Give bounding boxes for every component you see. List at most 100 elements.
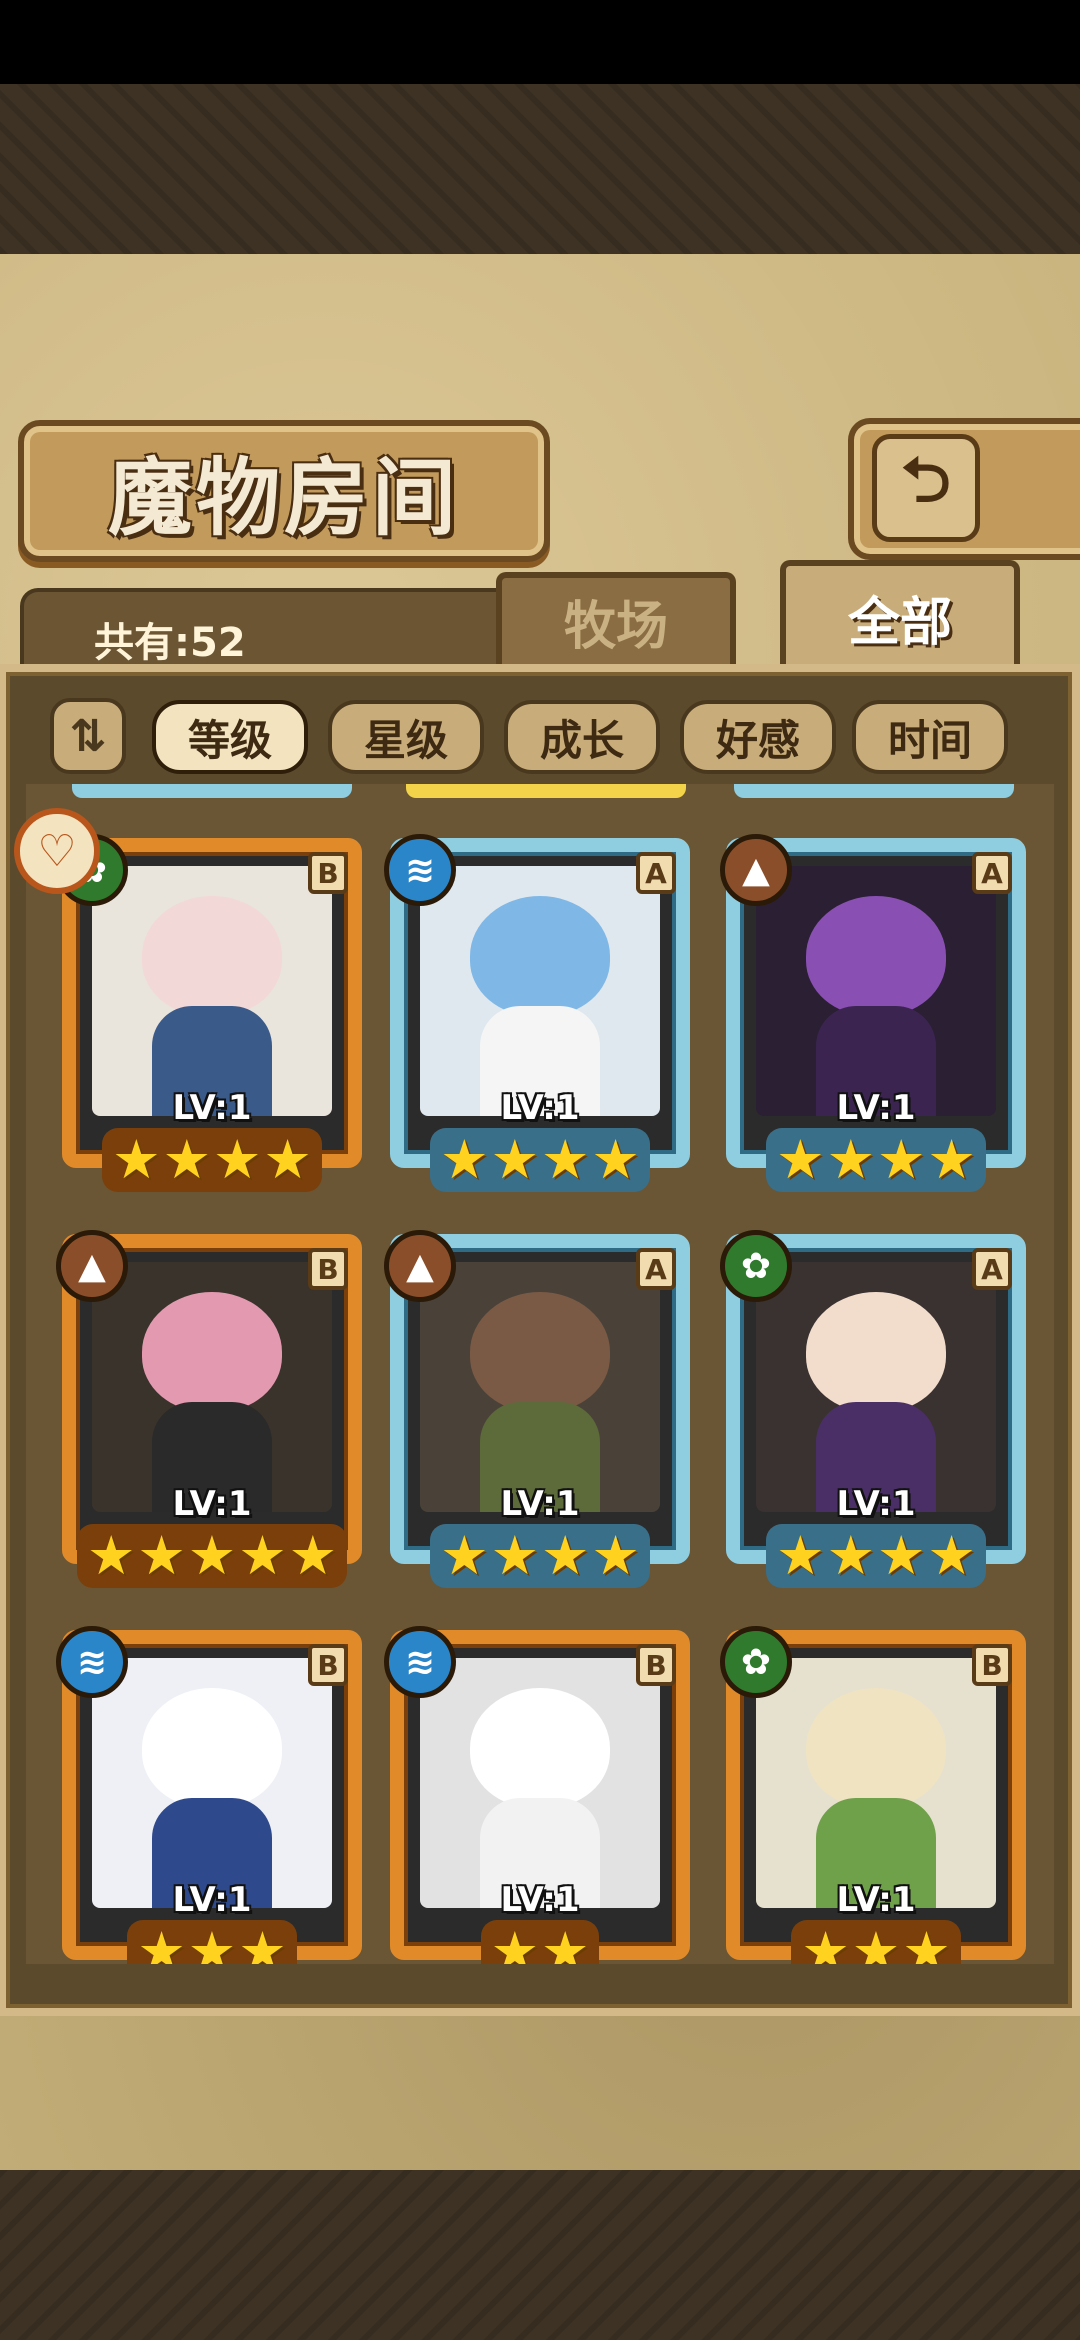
title-plate: 魔物房间 [18, 420, 550, 562]
level-label: LV:1 [172, 1088, 252, 1128]
monster-portrait [420, 1658, 660, 1908]
monster-grid[interactable]: ✿ B LV:1 ★★★★ ≋ A LV:1 ★★★★ ▲ A LV:1 ★★★… [26, 784, 1054, 1964]
star-icon: ★ [851, 1920, 901, 1965]
partial-card-edge [72, 784, 352, 798]
rank-badge: B [308, 852, 348, 894]
star-icon: ★ [137, 1524, 186, 1587]
star-icon: ★ [801, 1920, 850, 1965]
monster-portrait [92, 1262, 332, 1512]
tab-all[interactable]: 全部 [780, 560, 1020, 668]
star-icon: ★ [490, 1524, 539, 1587]
level-label: LV:1 [836, 1484, 916, 1524]
monster-portrait [420, 1262, 660, 1512]
star-icon: ★ [541, 1128, 590, 1191]
star-icon: ★ [541, 1920, 590, 1965]
water-icon: ≋ [384, 834, 456, 906]
star-icon: ★ [591, 1524, 640, 1587]
level-label: LV:1 [172, 1484, 252, 1524]
level-label: LV:1 [172, 1880, 252, 1920]
status-bar [0, 0, 1080, 84]
page-title: 魔物房间 [107, 447, 460, 547]
tab-ranch[interactable]: 牧场 [496, 572, 736, 664]
star-icon: ★ [238, 1920, 287, 1965]
star-icon: ★ [288, 1524, 338, 1587]
star-rating: ★ ★ ★ [726, 1920, 1026, 1964]
monster-card[interactable]: ≋ B LV:1 ★ ★ ★ [56, 1626, 362, 1964]
back-button[interactable]: ⮌ [848, 418, 1080, 560]
star-icon: ★ [112, 1128, 161, 1191]
star-icon: ★ [440, 1524, 489, 1587]
return-arrow-icon[interactable]: ⮌ [872, 434, 980, 542]
monster-portrait [92, 1658, 332, 1908]
star-icon: ★ [776, 1524, 825, 1587]
monster-card[interactable]: ✿ A LV:1 ★ ★ ★ ★ [720, 1230, 1026, 1588]
rank-badge: A [636, 1248, 676, 1290]
star-icon: ★ [162, 1128, 211, 1191]
monster-portrait [420, 866, 660, 1116]
map-background-bottom [0, 2170, 1080, 2340]
sort-level-button[interactable]: 等级 [152, 700, 308, 774]
monster-card[interactable]: ≋ B LV:1 ★ ★ [384, 1626, 690, 1964]
rank-badge: B [308, 1248, 348, 1290]
star-icon: ★ [440, 1128, 489, 1191]
star-rating: ★ ★ ★ [62, 1920, 362, 1964]
rank-badge: A [636, 852, 676, 894]
level-label: LV:1 [836, 1088, 916, 1128]
level-label: LV:1 [500, 1484, 580, 1524]
star-icon: ★ [263, 1128, 312, 1191]
star-icon: ★ [187, 1920, 237, 1965]
map-background-top [0, 84, 1080, 254]
star-icon: ★ [927, 1524, 976, 1587]
star-icon: ★ [826, 1524, 875, 1587]
star-icon: ★ [927, 1128, 976, 1191]
wood-icon: ✿ [720, 1626, 792, 1698]
earth-icon: ▲ [384, 1230, 456, 1302]
sort-time-button[interactable]: 时间 [852, 700, 1008, 774]
monster-card[interactable]: ▲ A LV:1 ★ ★ ★ ★ [720, 834, 1026, 1192]
monster-portrait [92, 866, 332, 1116]
rank-badge: B [308, 1644, 348, 1686]
star-icon: ★ [877, 1128, 926, 1191]
level-label: LV:1 [500, 1088, 580, 1128]
monster-card[interactable]: ▲ B LV:1 ★ ★ ★ ★ ★ [56, 1230, 362, 1588]
rank-badge: B [972, 1644, 1012, 1686]
star-icon: ★ [213, 1128, 262, 1191]
monster-card[interactable]: ✿ B LV:1 ★★★★ [56, 834, 362, 1192]
star-icon: ★ [877, 1524, 926, 1587]
monster-card[interactable]: ✿ B LV:1 ★ ★ ★ [720, 1626, 1026, 1964]
star-icon: ★ [591, 1128, 640, 1191]
star-icon: ★ [187, 1524, 237, 1587]
star-icon: ★ [86, 1524, 136, 1587]
monster-portrait [756, 1262, 996, 1512]
sort-star-button[interactable]: 星级 [328, 700, 484, 774]
sort-affection-button[interactable]: 好感 [680, 700, 836, 774]
earth-icon: ▲ [720, 834, 792, 906]
rank-badge: B [636, 1644, 676, 1686]
wood-icon: ✿ [720, 1230, 792, 1302]
star-rating: ★ ★ ★ ★ [726, 1128, 1026, 1192]
monster-count: 共有:52 [94, 620, 246, 666]
star-icon: ★ [776, 1128, 825, 1191]
sort-growth-button[interactable]: 成长 [504, 700, 660, 774]
star-rating: ★ ★ [390, 1920, 690, 1964]
star-rating: ★ ★ ★ ★ [62, 1128, 362, 1192]
favorite-filter-icon[interactable]: ♡ [14, 808, 100, 894]
star-icon: ★ [137, 1920, 186, 1965]
star-rating: ★ ★ ★ ★ ★ [62, 1524, 362, 1588]
partial-card-edge [406, 784, 686, 798]
water-icon: ≋ [384, 1626, 456, 1698]
star-icon: ★ [541, 1524, 590, 1587]
order-toggle-icon[interactable]: ⇅ [50, 698, 126, 774]
star-icon: ★ [902, 1920, 951, 1965]
star-icon: ★ [826, 1128, 875, 1191]
star-icon: ★ [238, 1524, 287, 1587]
star-rating: ★ ★ ★ ★ [726, 1524, 1026, 1588]
monster-portrait [756, 1658, 996, 1908]
level-label: LV:1 [500, 1880, 580, 1920]
monster-card[interactable]: ▲ A LV:1 ★ ★ ★ ★ [384, 1230, 690, 1588]
earth-icon: ▲ [56, 1230, 128, 1302]
star-rating: ★ ★ ★ ★ [390, 1524, 690, 1588]
monster-card[interactable]: ≋ A LV:1 ★ ★ ★ ★ [384, 834, 690, 1192]
monster-portrait [756, 866, 996, 1116]
star-icon: ★ [490, 1128, 539, 1191]
